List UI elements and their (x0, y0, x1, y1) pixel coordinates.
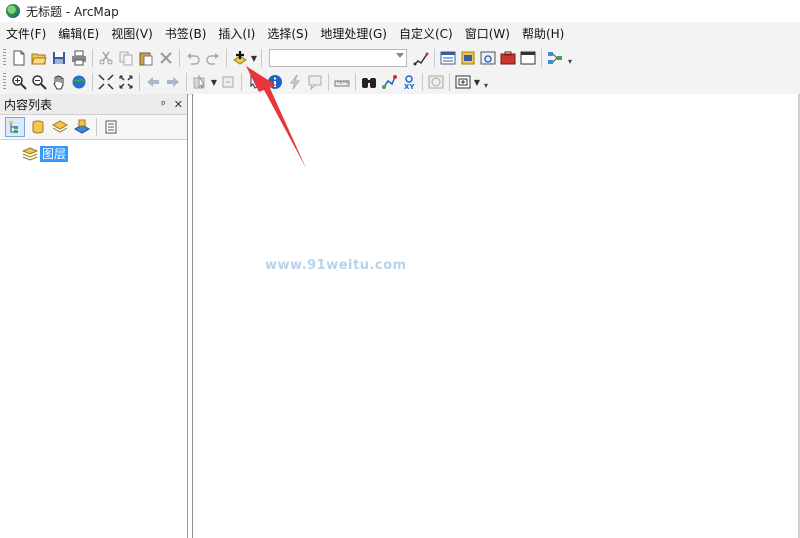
menu-selection[interactable]: 选择(S) (261, 23, 314, 45)
tools-toolbar: ▼ XY ▼ ▾ (0, 70, 800, 95)
menu-view[interactable]: 视图(V) (105, 23, 159, 45)
toolbar-separator (186, 73, 187, 91)
create-viewer-icon[interactable] (454, 73, 472, 91)
find-icon[interactable] (360, 73, 378, 91)
catalog-icon[interactable] (459, 49, 477, 67)
scale-dropdown-arrow-icon[interactable] (396, 53, 404, 58)
toolbar-grip[interactable] (3, 73, 6, 91)
toolbar-grip[interactable] (3, 49, 6, 67)
table-of-contents-icon[interactable] (439, 49, 457, 67)
python-icon[interactable] (519, 49, 537, 67)
toolbar-separator (434, 49, 435, 67)
full-extent-icon[interactable] (70, 73, 88, 91)
list-by-source-icon[interactable] (29, 118, 47, 136)
list-by-drawing-order-icon[interactable] (5, 117, 25, 137)
model-builder-icon[interactable] (546, 49, 564, 67)
go-to-xy-icon[interactable]: XY (400, 73, 418, 91)
select-elements-icon[interactable] (246, 73, 264, 91)
html-popup-icon[interactable] (306, 73, 324, 91)
toolbar-overflow-icon[interactable]: ▾ (565, 50, 575, 66)
back-icon[interactable] (144, 73, 162, 91)
print-icon[interactable] (70, 49, 88, 67)
menu-bookmarks[interactable]: 书签(B) (159, 23, 213, 45)
forward-icon[interactable] (164, 73, 182, 91)
toolbar-separator (261, 49, 262, 67)
new-document-icon[interactable] (10, 49, 28, 67)
layers-icon (21, 147, 39, 161)
layer-name-layers[interactable]: 图层 (40, 146, 69, 162)
toc-header: 内容列表 ᵖ ✕ (0, 94, 187, 115)
menu-customize[interactable]: 自定义(C) (393, 23, 459, 45)
find-route-icon[interactable] (380, 73, 398, 91)
toolbar-separator (422, 73, 423, 91)
toolbar-separator (96, 118, 97, 136)
toolbar-separator (92, 73, 93, 91)
zoom-out-icon[interactable] (30, 73, 48, 91)
svg-text:XY: XY (404, 83, 415, 90)
toolbar-separator (541, 49, 542, 67)
toolbar-overflow-icon[interactable]: ▾ (481, 74, 491, 90)
map-display[interactable] (192, 94, 799, 538)
toolbar-separator (328, 73, 329, 91)
layer-tree: 图层 (0, 140, 187, 162)
add-data-dropdown-icon[interactable]: ▼ (250, 49, 258, 67)
clear-selection-icon[interactable] (219, 73, 237, 91)
search-icon[interactable] (479, 49, 497, 67)
undo-icon[interactable] (184, 49, 202, 67)
menu-windows[interactable]: 窗口(W) (459, 23, 516, 45)
toolbar-separator (92, 49, 93, 67)
fixed-zoom-out-icon[interactable] (117, 73, 135, 91)
copy-icon[interactable] (117, 49, 135, 67)
arcmap-globe-icon[interactable] (6, 4, 20, 18)
list-by-selection-icon[interactable] (73, 118, 91, 136)
toc-controls: ᵖ ✕ (161, 98, 183, 111)
time-slider-icon[interactable] (427, 73, 445, 91)
toc-toolbar (0, 115, 187, 140)
standard-toolbar: ▼ ▾ (0, 46, 800, 70)
redo-icon[interactable] (204, 49, 222, 67)
close-icon[interactable]: ✕ (174, 98, 183, 111)
pin-icon[interactable]: ᵖ (161, 98, 166, 111)
toolbar-separator (241, 73, 242, 91)
menu-geoprocessing[interactable]: 地理处理(G) (314, 23, 393, 45)
fixed-zoom-in-icon[interactable] (97, 73, 115, 91)
menu-help[interactable]: 帮助(H) (516, 23, 570, 45)
title-bar: 无标题 - ArcMap (0, 0, 800, 22)
menu-insert[interactable]: 插入(I) (212, 23, 261, 45)
open-icon[interactable] (30, 49, 48, 67)
arctoolbox-icon[interactable] (499, 49, 517, 67)
editor-icon[interactable] (412, 49, 430, 67)
toolbar-separator (226, 49, 227, 67)
hyperlink-icon[interactable] (286, 73, 304, 91)
table-of-contents-panel: 内容列表 ᵖ ✕ 图层 (0, 94, 188, 538)
add-data-icon[interactable] (231, 49, 249, 67)
list-by-visibility-icon[interactable] (51, 118, 69, 136)
menu-file[interactable]: 文件(F) (0, 23, 52, 45)
toc-title: 内容列表 (4, 97, 53, 112)
select-features-dropdown-icon[interactable]: ▼ (210, 73, 218, 91)
save-icon[interactable] (50, 49, 68, 67)
measure-icon[interactable] (333, 73, 351, 91)
identify-icon[interactable] (266, 73, 284, 91)
create-viewer-dropdown-icon[interactable]: ▼ (473, 73, 481, 91)
menu-bar: 文件(F) 编辑(E) 视图(V) 书签(B) 插入(I) 选择(S) 地理处理… (0, 22, 800, 47)
select-features-icon[interactable] (191, 73, 209, 91)
paste-icon[interactable] (137, 49, 155, 67)
map-scale-combo[interactable] (269, 49, 407, 67)
menu-edit[interactable]: 编辑(E) (52, 23, 105, 45)
watermark: www.91weitu.com (265, 258, 407, 273)
toolbar-separator (139, 73, 140, 91)
cut-icon[interactable] (97, 49, 115, 67)
options-icon[interactable] (102, 118, 120, 136)
pan-icon[interactable] (50, 73, 68, 91)
zoom-in-icon[interactable] (10, 73, 28, 91)
toolbar-separator (449, 73, 450, 91)
delete-icon[interactable] (157, 49, 175, 67)
window-title: 无标题 - ArcMap (26, 4, 119, 19)
toolbar-separator (355, 73, 356, 91)
toolbar-separator (179, 49, 180, 67)
